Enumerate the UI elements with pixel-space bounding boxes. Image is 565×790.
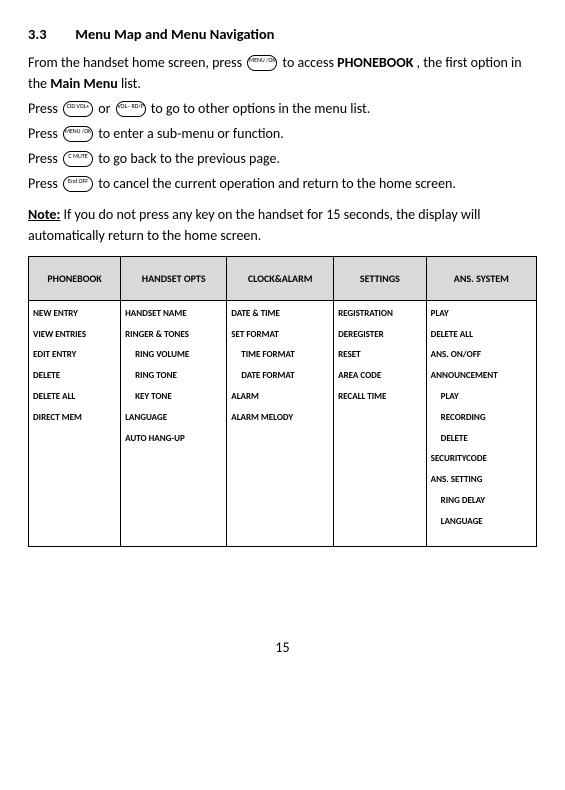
menu-entry: DATE & TIME [231,309,329,320]
main-menu-bold: Main Menu [50,75,118,92]
paragraph-enter: Press MENU /OK to enter a sub-menu or fu… [28,123,537,144]
menu-map-table: PHONEBOOK HANDSET OPTS CLOCK&ALARM SETTI… [28,256,537,547]
menu-entry: ALARM [231,392,329,403]
col-settings: REGISTRATION DEREGISTER RESET AREA CODE RECA… [334,300,427,546]
menu-entry: DELETE [431,434,532,445]
menu-entry: EDIT ENTRY [33,350,116,361]
menu-entry: NEW ENTRY [33,309,116,320]
col-handset-opts: HANDSET NAME RINGER & TONES RING VOLUME RIN… [121,300,227,546]
menu-entry: AREA CODE [338,371,422,382]
menu-entry: LANGUAGE [125,413,222,424]
note-body: If you do not press any key on the hands… [28,206,480,244]
menu-entry: TIME FORMAT [231,350,329,361]
vol-up-key-icon: CID VOL+ [63,101,93,117]
col-header: CLOCK&ALARM [227,256,334,300]
key-label: MENU /OK [248,56,276,64]
section-number: 3.3 [28,24,72,46]
menu-entry: DELETE [33,371,116,382]
paragraph-intro: From the handset home screen, press MENU… [28,52,537,94]
key-label: End OFF [64,177,92,185]
menu-entry: ANS. SETTING [431,475,532,486]
menu-entry: ALARM MELODY [231,413,329,424]
menu-entry: RESET [338,350,422,361]
menu-entry: RING DELAY [431,496,532,507]
text: or [98,100,113,117]
section-title: Menu Map and Menu Navigation [75,25,274,43]
menu-entry: PLAY [431,392,532,403]
table-header-row: PHONEBOOK HANDSET OPTS CLOCK&ALARM SETTI… [29,256,537,300]
menu-entry: RECORDING [431,413,532,424]
end-key-icon: End OFF [63,176,93,192]
menu-entry: KEY TONE [125,392,222,403]
menu-entry: DELETE ALL [33,392,116,403]
paragraph-back: Press C MUTE to go back to the previous … [28,148,537,169]
menu-entry: DELETE ALL [431,330,532,341]
menu-entry: DATE FORMAT [231,371,329,382]
text: to go to other options in the menu list. [151,100,370,117]
menu-entry: SET FORMAT [231,330,329,341]
text: to access [282,54,337,71]
key-label: MENU /OK [64,127,92,135]
text: Press [28,175,61,192]
menu-entry: HANDSET NAME [125,309,222,320]
text: Press [28,125,61,142]
paragraph-nav-updown: Press CID VOL+ or VOL− RD/P to go to oth… [28,98,537,119]
menu-entry: ANNOUNCEMENT [431,371,532,382]
menu-entry: REGISTRATION [338,309,422,320]
table-body-row: NEW ENTRY VIEW ENTRIES EDIT ENTRY DELETE DEL… [29,300,537,546]
text: Press [28,100,61,117]
text: Press [28,150,61,167]
menu-entry: LANGUAGE [431,517,532,528]
menu-entry: RING VOLUME [125,350,222,361]
note-paragraph: Note: If you do not press any key on the… [28,204,537,246]
paragraph-cancel: Press End OFF to cancel the current oper… [28,173,537,194]
menu-entry: VIEW ENTRIES [33,330,116,341]
col-clock-alarm: DATE & TIME SET FORMAT TIME FORMAT DATE FOR… [227,300,334,546]
note-label: Note: [28,206,60,223]
col-header: PHONEBOOK [29,256,121,300]
menu-entry: PLAY [431,309,532,320]
col-ans-system: PLAY DELETE ALL ANS. ON/OFF ANNOUNCEMENT PLA… [426,300,536,546]
section-heading: 3.3 Menu Map and Menu Navigation [28,24,537,46]
phonebook-bold: PHONEBOOK [337,54,413,71]
menu-ok-key-icon: MENU /OK [63,126,93,142]
menu-entry: RING TONE [125,371,222,382]
text: to go back to the previous page. [98,150,280,167]
col-header: ANS. SYSTEM [426,256,536,300]
col-header: HANDSET OPTS [121,256,227,300]
vol-down-key-icon: VOL− RD/P [116,101,146,117]
col-phonebook: NEW ENTRY VIEW ENTRIES EDIT ENTRY DELETE DEL… [29,300,121,546]
menu-entry: AUTO HANG-UP [125,434,222,445]
col-header: SETTINGS [334,256,427,300]
menu-entry: RINGER & TONES [125,330,222,341]
menu-entry: SECURITYCODE [431,454,532,465]
text: list. [121,75,141,92]
menu-entry: RECALL TIME [338,392,422,403]
key-label: CID VOL+ [64,102,92,110]
menu-entry: DEREGISTER [338,330,422,341]
mute-key-icon: C MUTE [63,151,93,167]
key-label: C MUTE [64,152,92,160]
menu-entry: ANS. ON/OFF [431,350,532,361]
menu-entry: DIRECT MEM [33,413,116,424]
menu-ok-key-icon: MENU /OK [247,55,277,71]
text: to enter a sub-menu or function. [98,125,284,142]
text: From the handset home screen, press [28,54,245,71]
page-number: 15 [28,637,537,658]
text: to cancel the current operation and retu… [98,175,456,192]
key-label: VOL− RD/P [117,102,145,110]
